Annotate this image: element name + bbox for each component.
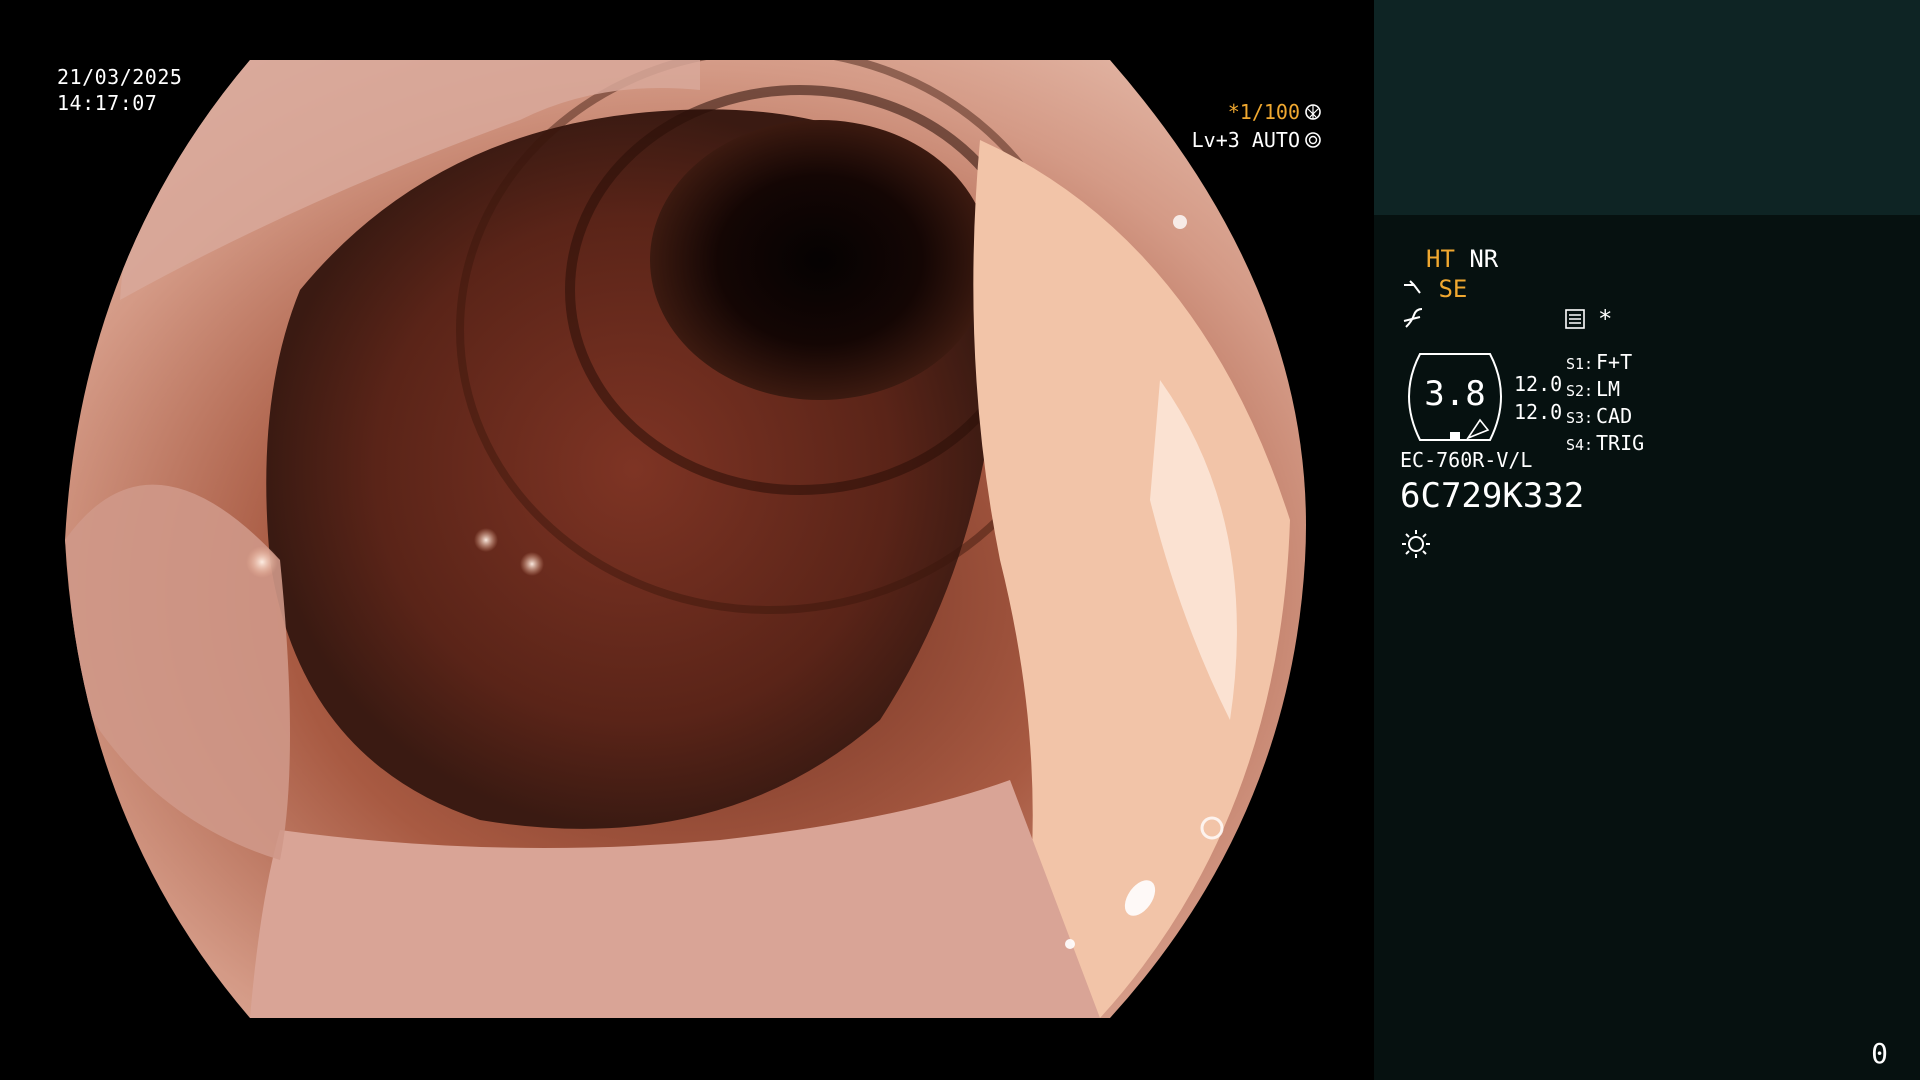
gamma-curve-icon (1403, 308, 1423, 328)
timestamp: 21/03/2025 14:17:07 (57, 64, 182, 116)
zoom-value: 3.8 (1424, 374, 1486, 414)
mode-se: SE (1438, 275, 1468, 303)
aperture-icon (1305, 104, 1321, 120)
shutter-speed: *1/100 (1227, 100, 1300, 124)
info-panel (1374, 215, 1920, 1080)
switch-row: S2: LM (1566, 377, 1621, 401)
info-panel-top (1374, 0, 1920, 215)
structure-enhance-icon (1404, 280, 1421, 294)
enhancement-modes: HT NR SE * (1403, 244, 1613, 334)
time-label: 14:17:07 (57, 91, 158, 115)
light-level: Lv+3 AUTO (1191, 128, 1300, 152)
scale-value-2: 12.0 (1514, 400, 1563, 424)
endoscopic-image (65, 60, 1306, 1018)
asterisk-marker: * (1598, 305, 1613, 333)
exposure-readout: *1/100 Lv+3 AUTO (1192, 98, 1322, 154)
date-label: 21/03/2025 (57, 65, 183, 89)
scope-serial: 6C729K332 (1400, 476, 1585, 516)
iris-icon (1305, 132, 1321, 148)
frame-counter: 0 (1871, 1037, 1888, 1070)
mode-nr: NR (1469, 245, 1499, 273)
scope-model: EC-760R-V/L (1400, 448, 1533, 472)
endoscope-viewport: 21/03/2025 14:17:07 *1/100 Lv+3 AUTO (0, 0, 1374, 1080)
switch-assignments: S1: F+T S2: LM S3: CAD S4: TRIG (1566, 350, 1644, 458)
light-source-icon (1402, 530, 1430, 558)
switch-row: S4: TRIG (1566, 431, 1645, 455)
zoom-indicator: 3.8 (1400, 352, 1510, 441)
scale-value-1: 12.0 (1514, 372, 1563, 396)
switch-row: S3: CAD (1566, 404, 1633, 428)
switch-row: S1: F+T (1566, 350, 1633, 374)
scale-values: 12.0 12.0 (1514, 370, 1562, 426)
mode-ht: HT (1426, 245, 1455, 273)
settings-list-icon (1565, 309, 1585, 329)
